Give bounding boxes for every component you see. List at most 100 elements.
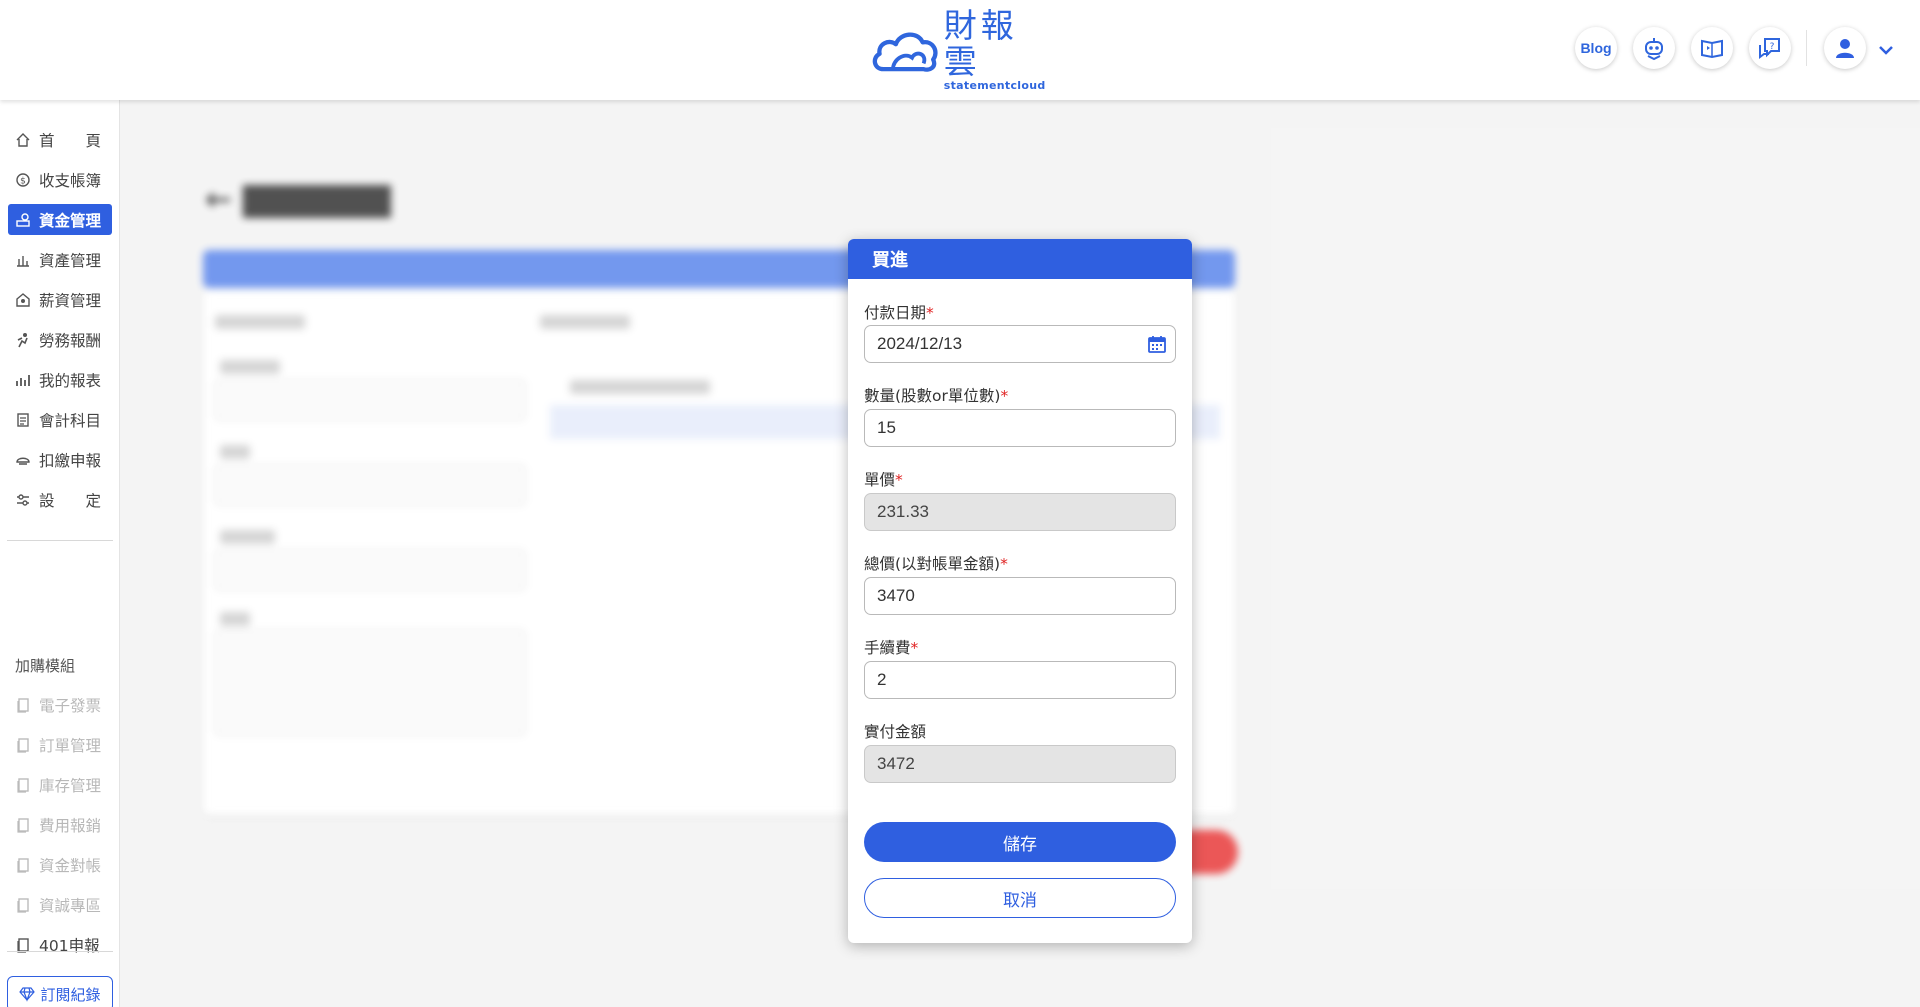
sidebar-item-labor-pay[interactable]: 勞務報酬	[8, 324, 112, 355]
sidebar-item-label-char: 首	[39, 131, 55, 150]
sidebar-addon-e-invoice[interactable]: 電子發票	[8, 689, 112, 720]
svg-text:$: $	[20, 176, 26, 186]
report-icon	[14, 371, 32, 389]
sidebar-item-label: 訂單管理	[39, 736, 102, 755]
header-divider	[1806, 30, 1807, 66]
sidebar-addon-expense[interactable]: 費用報銷	[8, 809, 112, 840]
sidebar-addon-401-filing[interactable]: 401申報	[8, 929, 112, 960]
logo-title: 財報雲	[943, 6, 1018, 81]
addon-book-icon	[14, 736, 32, 754]
sidebar-item-settings[interactable]: 設定	[8, 484, 112, 515]
paid-amount-label-text: 實付金額	[864, 723, 927, 741]
sidebar-item-label: 庫存管理	[39, 776, 102, 795]
sidebar-item-label: 電子發票	[39, 696, 102, 715]
quantity-input[interactable]: 15	[864, 409, 1176, 447]
total-price-input[interactable]: 3470	[864, 577, 1176, 615]
addon-book-icon	[14, 856, 32, 874]
sidebar-addon-order-management[interactable]: 訂單管理	[8, 729, 112, 760]
quantity-label-text: 數量(股數or單位數)	[864, 387, 1001, 405]
fee-label: 手續費*	[864, 636, 918, 658]
fee-value: 2	[877, 670, 887, 689]
quantity-label: 數量(股數or單位數)*	[864, 384, 1008, 406]
robot-button[interactable]	[1633, 27, 1675, 69]
addon-section-title: 加購模組	[15, 657, 76, 675]
required-mark: *	[926, 304, 934, 322]
svg-text:?: ?	[1770, 42, 1775, 52]
paid-amount-value: 3472	[877, 754, 915, 773]
top-header: 財報雲 statementcloud Blog ?	[0, 0, 1920, 100]
fund-icon	[14, 211, 32, 229]
paid-amount-field: 3472	[864, 745, 1176, 783]
sidebar-item-payroll[interactable]: 薪資管理	[8, 284, 112, 315]
calendar-icon[interactable]	[1147, 334, 1167, 354]
sidebar-item-label: 首頁	[39, 129, 101, 151]
sidebar-item-label: 費用報銷	[39, 816, 102, 835]
asset-icon	[14, 251, 32, 269]
tax-icon	[14, 451, 32, 469]
unit-price-label: 單價*	[864, 468, 903, 490]
settings-icon	[14, 491, 32, 509]
sidebar-item-label: 資誠專區	[39, 896, 102, 915]
addon-book-icon	[14, 696, 32, 714]
app-logo[interactable]: 財報雲 statementcloud	[870, 8, 1050, 92]
sidebar-item-label: 資金管理	[39, 211, 102, 230]
user-avatar-button[interactable]	[1824, 27, 1866, 69]
total-price-label-text: 總價(以對帳單金額)	[864, 555, 1001, 573]
required-mark: *	[1000, 387, 1009, 405]
required-mark: *	[1000, 555, 1008, 573]
labor-icon	[14, 331, 32, 349]
sidebar-item-label: 勞務報酬	[39, 331, 102, 350]
sidebar-addon-reconciliation[interactable]: 資金對帳	[8, 849, 112, 880]
sidebar-item-label: 會計科目	[39, 411, 102, 430]
addon-book-icon	[14, 776, 32, 794]
sidebar-item-asset-management[interactable]: 資產管理	[8, 244, 112, 275]
sidebar-item-my-reports[interactable]: 我的報表	[8, 364, 112, 395]
home-icon	[14, 131, 32, 149]
pay-date-value: 2024/12/13	[877, 334, 963, 353]
blog-button[interactable]: Blog	[1575, 27, 1617, 69]
help-chat-icon: ?	[1759, 38, 1780, 59]
sidebar-item-ledger-book[interactable]: $ 收支帳簿	[8, 164, 112, 195]
sidebar: 首頁 $ 收支帳簿 資金管理 資產管理 薪資管理 勞務報酬 我的報表 會計科目 …	[0, 100, 120, 1007]
sidebar-item-label: 扣繳申報	[39, 451, 102, 470]
sidebar-divider	[7, 540, 113, 541]
total-price-value: 3470	[877, 586, 915, 605]
sidebar-addon-inventory[interactable]: 庫存管理	[8, 769, 112, 800]
total-price-label: 總價(以對帳單金額)*	[864, 552, 1008, 574]
fee-input[interactable]: 2	[864, 661, 1176, 699]
chevron-down-icon[interactable]	[1876, 40, 1896, 60]
logo-subtitle: statementcloud	[943, 79, 1046, 92]
sidebar-item-label: 設定	[39, 489, 101, 511]
required-mark: *	[910, 639, 919, 657]
sidebar-item-label: 401申報	[39, 936, 100, 955]
cloud-logo-icon	[872, 32, 938, 72]
sidebar-divider	[7, 951, 113, 952]
pay-date-field[interactable]: 2024/12/13	[864, 325, 1176, 363]
unit-price-label-text: 單價	[864, 471, 896, 489]
required-mark: *	[895, 471, 903, 489]
subscription-records-button[interactable]: 訂閱紀錄	[7, 976, 113, 1007]
sidebar-item-label: 收支帳簿	[39, 171, 102, 190]
sidebar-item-label: 資金對帳	[39, 856, 102, 875]
diamond-icon	[19, 987, 36, 1002]
sidebar-item-label: 我的報表	[39, 371, 102, 390]
video-book-icon	[1701, 39, 1723, 59]
save-button[interactable]: 儲存	[864, 822, 1176, 862]
unit-price-value: 231.33	[877, 502, 929, 521]
payroll-icon	[14, 291, 32, 309]
sidebar-addon-pwc-zone[interactable]: 資誠專區	[8, 889, 112, 920]
subscription-records-label: 訂閱紀錄	[40, 985, 101, 1004]
cancel-button[interactable]: 取消	[864, 878, 1176, 918]
pay-date-label: 付款日期*	[864, 301, 934, 323]
sidebar-item-home[interactable]: 首頁	[8, 124, 112, 155]
sidebar-item-fund-management[interactable]: 資金管理	[8, 204, 112, 235]
tutorial-button[interactable]	[1691, 27, 1733, 69]
sidebar-item-withholding[interactable]: 扣繳申報	[8, 444, 112, 475]
paid-amount-label: 實付金額	[864, 720, 926, 742]
unit-price-field: 231.33	[864, 493, 1176, 531]
quantity-value: 15	[877, 418, 896, 437]
user-avatar-icon	[1836, 39, 1854, 58]
sidebar-item-accounting-subjects[interactable]: 會計科目	[8, 404, 112, 435]
help-button[interactable]: ?	[1749, 27, 1791, 69]
buy-dialog: 買進 付款日期* 2024/12/13 數量(股數or單位數)* 15 單價* …	[848, 239, 1192, 943]
